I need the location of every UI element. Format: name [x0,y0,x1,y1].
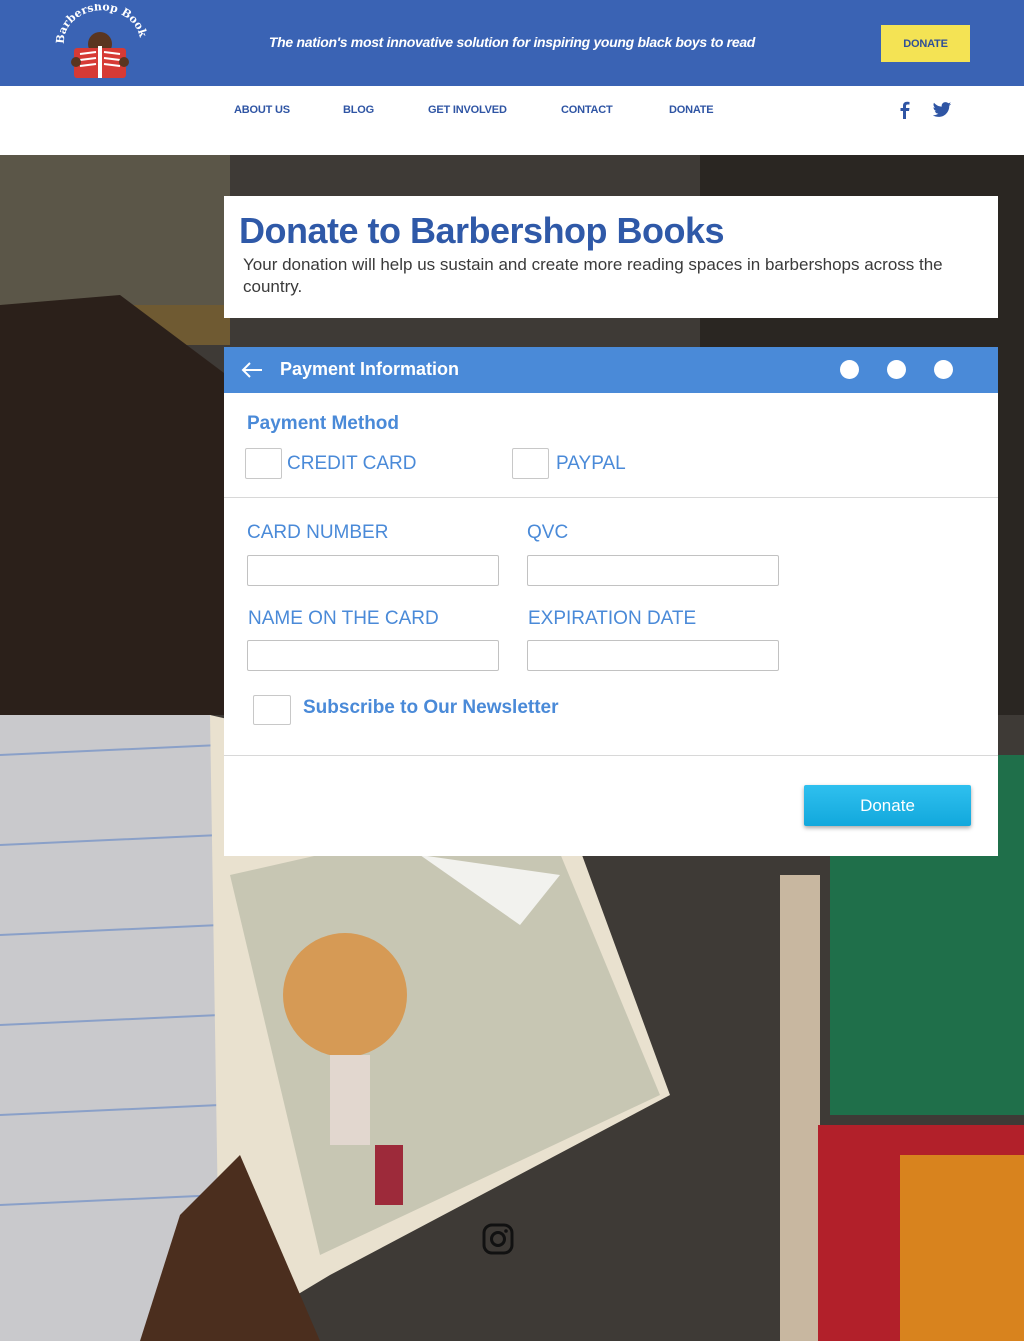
barbershop-books-logo[interactable]: Barbershop Books [49,0,150,84]
divider [224,755,998,756]
page-subtitle: Your donation will help us sustain and c… [243,255,943,296]
header-donate-button[interactable]: DONATE [881,25,970,62]
divider [224,497,998,498]
facebook-icon[interactable] [895,100,915,120]
intro-card: Donate to Barbershop Books Your donation… [224,196,998,318]
payment-form: Payment Information Payment Method CREDI… [224,347,998,856]
form-header-title: Payment Information [280,359,460,379]
nav-about-us[interactable]: ABOUT US [234,104,290,116]
payment-method-label: Payment Method [247,413,400,434]
name-on-card-input[interactable] [247,640,499,671]
card-number-input[interactable] [247,555,499,586]
nav-blog[interactable]: BLOG [343,104,374,116]
back-arrow-icon[interactable] [240,359,264,381]
step-indicator-3 [934,360,953,379]
donate-submit-button[interactable]: Donate [804,785,971,826]
nav-donate[interactable]: DONATE [669,104,714,116]
step-indicator-1 [840,360,859,379]
credit-card-label[interactable]: CREDIT CARD [287,453,417,475]
top-banner: Barbershop Books The nation's most innov… [0,0,1024,86]
page-title: Donate to Barbershop Books [239,210,725,251]
newsletter-label[interactable]: Subscribe to Our Newsletter [303,697,559,719]
nav-contact[interactable]: CONTACT [561,104,613,116]
form-header: Payment Information [224,347,998,393]
step-indicator-2 [887,360,906,379]
tagline: The nation's most innovative solution fo… [268,34,756,50]
instagram-icon[interactable] [481,1222,515,1256]
paypal-checkbox[interactable] [512,448,549,479]
card-number-label: CARD NUMBER [247,522,389,543]
credit-card-checkbox[interactable] [245,448,282,479]
newsletter-checkbox[interactable] [253,695,291,725]
qvc-label: QVC [527,522,569,543]
qvc-input[interactable] [527,555,779,586]
expiration-date-label: EXPIRATION DATE [528,608,697,629]
twitter-icon[interactable] [932,100,952,120]
paypal-label[interactable]: PAYPAL [556,453,626,475]
name-on-card-label: NAME ON THE CARD [248,608,439,629]
main-nav: ABOUT US BLOG GET INVOLVED CONTACT DONAT… [0,86,1024,155]
expiration-date-input[interactable] [527,640,779,671]
nav-get-involved[interactable]: GET INVOLVED [428,104,507,116]
